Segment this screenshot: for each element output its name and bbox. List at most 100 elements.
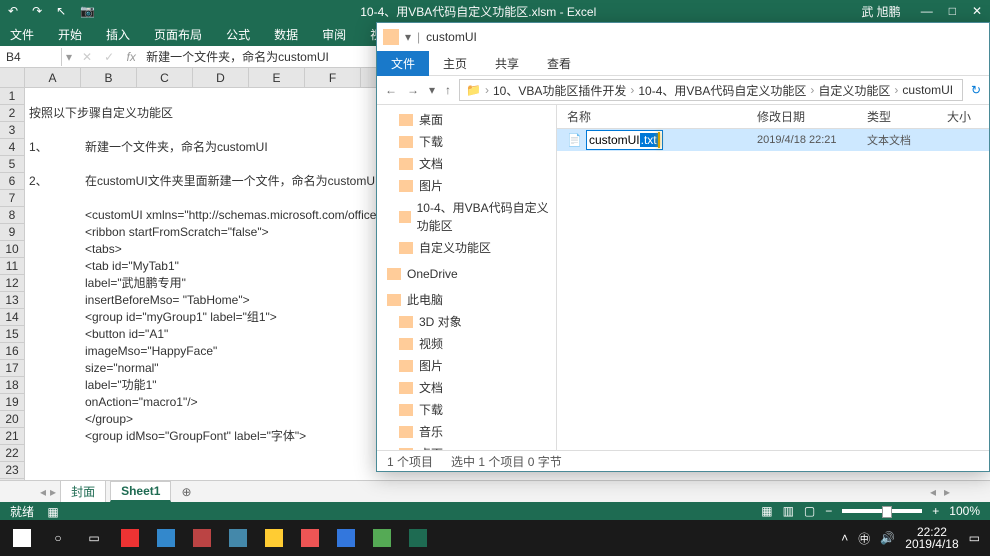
maximize-icon[interactable]: □	[949, 4, 956, 18]
app-icon[interactable]	[112, 522, 148, 554]
clock[interactable]: 22:22 2019/4/18	[905, 526, 958, 550]
name-box-dropdown-icon[interactable]: ▾	[62, 50, 76, 64]
crumb-item[interactable]: 10、VBA功能区插件开发	[493, 82, 626, 99]
cell-content[interactable]: 新建一个文件夹，命名为customUI	[85, 139, 268, 156]
row-header[interactable]: 10	[0, 241, 24, 258]
zoom-level[interactable]: 100%	[949, 504, 980, 518]
crumb-item[interactable]: 自定义功能区	[818, 82, 890, 99]
menu-view[interactable]: 查看	[533, 51, 585, 76]
enter-icon[interactable]: ✓	[98, 50, 120, 64]
cell-content[interactable]: label="功能1"	[85, 377, 157, 394]
cell-content[interactable]: size="normal"	[85, 360, 159, 377]
tree-item[interactable]: 下载	[377, 399, 556, 421]
row-header[interactable]: 22	[0, 445, 24, 462]
column-header[interactable]: D	[193, 68, 249, 87]
column-header[interactable]: C	[137, 68, 193, 87]
cell-content[interactable]: <group idMso="GroupFont" label="字体">	[85, 428, 306, 445]
breadcrumb[interactable]: 📁 › 10、VBA功能区插件开发 › 10-4、用VBA代码自定义功能区 › …	[459, 79, 963, 101]
nav-back-icon[interactable]: ←	[385, 83, 397, 97]
app-icon[interactable]	[148, 522, 184, 554]
rename-input-selection[interactable]: .txt	[640, 133, 658, 147]
cell-content[interactable]: <tab id="MyTab1"	[85, 258, 179, 275]
column-header[interactable]: B	[81, 68, 137, 87]
nav-forward-icon[interactable]: →	[407, 83, 419, 97]
notifications-icon[interactable]: ▭	[969, 531, 980, 545]
cell-content[interactable]: 在customUI文件夹里面新建一个文件，命名为customUI.	[85, 173, 382, 190]
row-header[interactable]: 8	[0, 207, 24, 224]
undo-icon[interactable]: ↶	[8, 4, 18, 18]
scroll-left-icon[interactable]: ◂	[930, 485, 936, 499]
row-header[interactable]: 5	[0, 156, 24, 173]
cell-content[interactable]: 1、	[29, 139, 48, 156]
tab-review[interactable]: 审阅	[322, 26, 346, 43]
view-normal-icon[interactable]: ▦	[761, 504, 772, 518]
row-header[interactable]: 20	[0, 411, 24, 428]
row-header[interactable]: 16	[0, 343, 24, 360]
sheet-tab[interactable]: 封面	[60, 480, 106, 503]
nav-recent-icon[interactable]: ▾	[429, 83, 435, 97]
row-header[interactable]: 13	[0, 292, 24, 309]
fx-icon[interactable]: fx	[120, 50, 142, 64]
sheet-nav-prev-icon[interactable]: ◂	[40, 485, 46, 499]
rename-input-text[interactable]: customUI	[589, 133, 640, 147]
cortana-icon[interactable]: ○	[40, 522, 76, 554]
row-header[interactable]: 2	[0, 105, 24, 122]
view-break-icon[interactable]: ▢	[804, 504, 815, 518]
row-header[interactable]: 9	[0, 224, 24, 241]
close-icon[interactable]: ✕	[972, 4, 982, 18]
tab-layout[interactable]: 页面布局	[154, 26, 202, 43]
dropdown-icon[interactable]: ▾	[405, 30, 411, 44]
refresh-icon[interactable]: ↻	[971, 83, 981, 97]
crumb-item[interactable]: customUI	[902, 83, 953, 97]
row-header[interactable]: 21	[0, 428, 24, 445]
tree-item[interactable]: 此电脑	[377, 289, 556, 311]
row-header[interactable]: 23	[0, 462, 24, 479]
tree-item[interactable]: 下载	[377, 131, 556, 153]
minimize-icon[interactable]: —	[921, 4, 933, 18]
cancel-icon[interactable]: ✕	[76, 50, 98, 64]
menu-share[interactable]: 共享	[481, 51, 533, 76]
file-row[interactable]: 📄 customUI.txt 2019/4/18 22:21 文本文档	[557, 129, 989, 151]
cell-content[interactable]: imageMso="HappyFace"	[85, 343, 217, 360]
tree-item[interactable]: 音乐	[377, 421, 556, 443]
col-date[interactable]: 修改日期	[757, 108, 867, 125]
row-header[interactable]: 11	[0, 258, 24, 275]
name-box[interactable]: B4	[0, 48, 62, 66]
col-name[interactable]: 名称	[557, 108, 757, 125]
row-header[interactable]: 17	[0, 360, 24, 377]
start-button[interactable]	[4, 522, 40, 554]
volume-icon[interactable]: 🔊	[880, 531, 895, 545]
redo-icon[interactable]: ↷	[32, 4, 42, 18]
row-header[interactable]: 1	[0, 88, 24, 105]
row-header[interactable]: 18	[0, 377, 24, 394]
tree-item[interactable]: 10-4、用VBA代码自定义功能区	[377, 197, 556, 237]
menu-home[interactable]: 主页	[429, 51, 481, 76]
zoom-out-icon[interactable]: −	[825, 504, 832, 518]
row-header[interactable]: 3	[0, 122, 24, 139]
cursor-icon[interactable]: ↖	[56, 4, 66, 18]
app-icon[interactable]	[256, 522, 292, 554]
cell-content[interactable]: </group>	[85, 411, 133, 428]
tree-item[interactable]: 文档	[377, 377, 556, 399]
tab-data[interactable]: 数据	[274, 26, 298, 43]
sheet-tab-active[interactable]: Sheet1	[110, 481, 171, 502]
column-header[interactable]: A	[25, 68, 81, 87]
app-icon[interactable]	[328, 522, 364, 554]
ime-icon[interactable]: ㊥	[858, 530, 870, 547]
tree-item[interactable]: OneDrive	[377, 263, 556, 285]
sheet-nav-next-icon[interactable]: ▸	[50, 485, 56, 499]
tree-item[interactable]: 图片	[377, 175, 556, 197]
new-sheet-icon[interactable]: ⊕	[175, 485, 197, 499]
macro-icon[interactable]: ▦	[47, 505, 58, 519]
cell-content[interactable]: insertBeforeMso= "TabHome">	[85, 292, 250, 309]
row-header[interactable]: 7	[0, 190, 24, 207]
cell-content[interactable]: 按照以下步骤自定义功能区	[29, 105, 173, 122]
cell-content[interactable]: <ribbon startFromScratch="false">	[85, 224, 269, 241]
tab-insert[interactable]: 插入	[106, 26, 130, 43]
app-icon[interactable]	[292, 522, 328, 554]
tab-home[interactable]: 开始	[58, 26, 82, 43]
col-size[interactable]: 大小	[947, 108, 987, 125]
tray-up-icon[interactable]: ˄	[841, 531, 848, 545]
row-header[interactable]: 12	[0, 275, 24, 292]
tree-item[interactable]: 文档	[377, 153, 556, 175]
